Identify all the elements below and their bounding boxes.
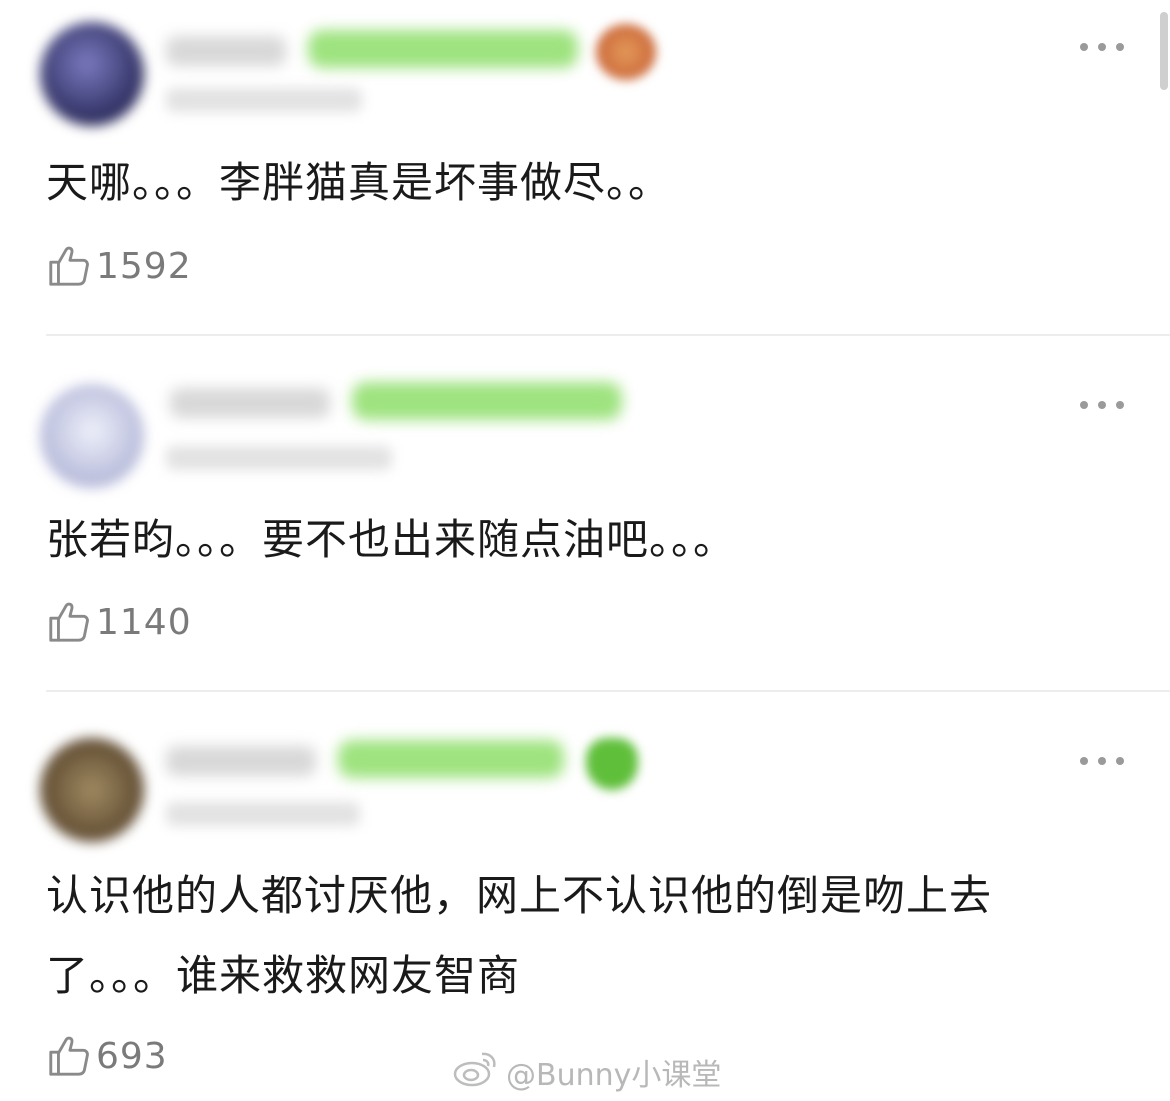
user-badge-blurred [308,30,578,68]
comment-item: 认识他的人都讨厌他，网上不认识他的倒是吻上去了。。。谁来救救网友智商 693 [0,692,1170,1101]
more-dot-icon [1098,401,1106,409]
like-button[interactable]: 1592 [46,243,192,289]
like-count: 1592 [96,245,192,287]
user-badge-blurred [338,740,564,778]
more-dot-icon [1098,43,1106,51]
user-avatar[interactable] [40,738,144,842]
comment-meta-blurred [166,446,392,470]
like-button[interactable]: 1140 [46,599,192,645]
more-dot-icon [1116,757,1124,765]
weibo-logo-icon [452,1048,506,1096]
user-avatar[interactable] [40,22,144,126]
watermark: @Bunny小课堂 [452,1048,721,1096]
username-blurred[interactable] [166,746,316,776]
like-count: 693 [96,1035,168,1077]
more-dot-icon [1080,401,1088,409]
user-medal-blurred [596,24,656,80]
user-avatar[interactable] [40,384,144,488]
comment-meta-blurred [166,802,360,826]
watermark-text: @Bunny小课堂 [506,1058,722,1093]
more-dot-icon [1080,43,1088,51]
more-dot-icon [1080,757,1088,765]
more-dot-icon [1116,401,1124,409]
username-blurred[interactable] [170,388,330,418]
comment-text: 天哪。。。李胖猫真是坏事做尽。。 [46,158,672,207]
comment-item: 张若昀。。。要不也出来随点油吧。。。 1140 [0,336,1170,692]
more-options-button[interactable] [1080,398,1124,412]
more-options-button[interactable] [1080,40,1124,54]
comment-item: 天哪。。。李胖猫真是坏事做尽。。 1592 [0,0,1170,336]
more-options-button[interactable] [1080,754,1124,768]
thumbs-up-icon [46,243,92,289]
thumbs-up-icon [46,599,92,645]
user-medal-blurred [586,738,638,790]
more-dot-icon [1116,43,1124,51]
like-count: 1140 [96,601,192,643]
comment-meta-blurred [166,88,362,112]
comment-text: 认识他的人都讨厌他，网上不认识他的倒是吻上去了。。。谁来救救网友智商 [46,871,993,1000]
thumbs-up-icon [46,1033,92,1079]
more-dot-icon [1098,757,1106,765]
user-badge-blurred [352,382,622,420]
username-blurred[interactable] [166,36,286,66]
like-button[interactable]: 693 [46,1033,168,1079]
comment-text: 张若昀。。。要不也出来随点油吧。。。 [46,515,737,564]
